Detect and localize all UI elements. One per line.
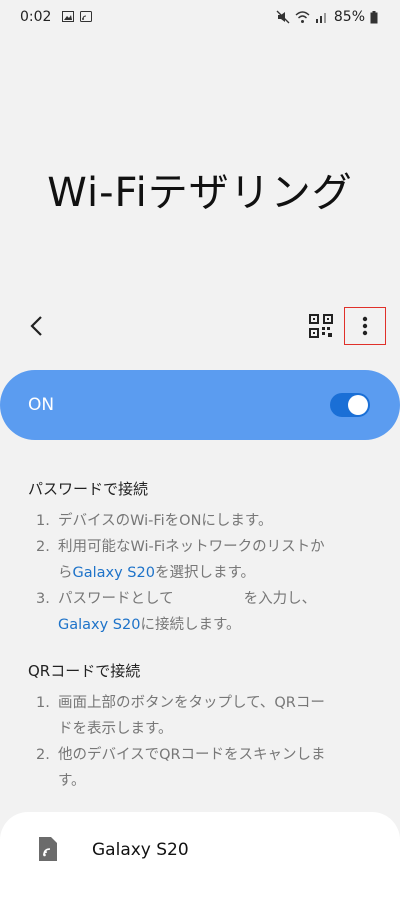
- chevron-left-icon: [30, 316, 42, 336]
- master-switch-bar[interactable]: ON: [0, 370, 400, 440]
- status-bar: 0:02 85%: [0, 0, 400, 34]
- toggle-switch[interactable]: [330, 393, 370, 417]
- step-text-pre: パスワードとして: [58, 591, 174, 607]
- battery-percent: 85%: [333, 9, 365, 25]
- step-number: 1.: [36, 695, 50, 711]
- network-name-link: Galaxy S20: [72, 565, 155, 581]
- status-left-icons: [62, 11, 92, 22]
- list-item: 2. 利用可能なWi-Fiネットワークのリストか らGalaxy S20を選択し…: [36, 534, 381, 586]
- step-text-line2: ドを表示します。: [58, 721, 173, 737]
- step-number: 2.: [36, 539, 50, 555]
- qr-code-icon: [309, 314, 333, 338]
- list-item: 1. デバイスのWi-FiをONにします。: [36, 508, 381, 534]
- step-text-line1: 画面上部のボタンをタップして、QRコー: [58, 695, 325, 711]
- mute-icon: [276, 10, 290, 24]
- qr-steps: 1. 画面上部のボタンをタップして、QRコー ドを表示します。 2. 他のデバイ…: [36, 690, 381, 794]
- status-right-icons: 85%: [276, 9, 378, 25]
- gallery-icon: [62, 11, 74, 22]
- step-number: 3.: [36, 591, 50, 607]
- list-item: 2. 他のデバイスでQRコードをスキャンしま す。: [36, 742, 381, 794]
- more-options-button[interactable]: [344, 307, 386, 345]
- step-number: 2.: [36, 747, 50, 763]
- step-text-post: を選択します。: [154, 565, 256, 581]
- network-name-link: Galaxy S20: [58, 617, 141, 633]
- step-text: デバイスのWi-FiをONにします。: [58, 513, 273, 529]
- step-text: 利用可能なWi-Fiネットワークのリストか らGalaxy S20を選択します。: [58, 534, 325, 586]
- step-text-pre: ら: [58, 565, 73, 581]
- list-item: 1. 画面上部のボタンをタップして、QRコー ドを表示します。: [36, 690, 381, 742]
- list-item: 3. パスワードとして を入力し、 Galaxy S20に接続します。: [36, 586, 381, 638]
- wifi-icon: [295, 10, 310, 23]
- step-text-line2: す。: [58, 773, 86, 789]
- step-text-post: を入力し、: [243, 591, 317, 607]
- step-text-line1: 他のデバイスでQRコードをスキャンしま: [58, 747, 326, 763]
- more-vertical-icon: [362, 316, 368, 336]
- qr-section-title: QRコードで接続: [28, 662, 141, 680]
- step-text-line1: 利用可能なWi-Fiネットワークのリストか: [58, 539, 325, 555]
- step-number: 1.: [36, 513, 50, 529]
- device-name: Galaxy S20: [92, 840, 189, 860]
- password-steps: 1. デバイスのWi-FiをONにします。 2. 利用可能なWi-Fiネットワー…: [36, 508, 381, 638]
- signal-icon: [315, 13, 326, 23]
- qr-code-button[interactable]: [308, 313, 334, 339]
- device-card[interactable]: Galaxy S20: [0, 812, 400, 912]
- password-section-title: パスワードで接続: [28, 480, 149, 498]
- back-button[interactable]: [24, 312, 48, 340]
- step-text: 画面上部のボタンをタップして、QRコー ドを表示します。: [58, 690, 325, 742]
- cast-icon: [80, 11, 92, 22]
- toggle-knob: [348, 395, 368, 415]
- status-time: 0:02: [20, 9, 52, 25]
- step-text-post: に接続します。: [140, 617, 241, 633]
- step-text: 他のデバイスでQRコードをスキャンしま す。: [58, 742, 326, 794]
- battery-icon: [370, 10, 378, 23]
- phone-hotspot-icon: [39, 837, 57, 861]
- page-title: Wi-Fiテザリング: [47, 170, 353, 216]
- step-text: パスワードとして を入力し、 Galaxy S20に接続します。: [58, 586, 316, 638]
- switch-label: ON: [28, 395, 55, 415]
